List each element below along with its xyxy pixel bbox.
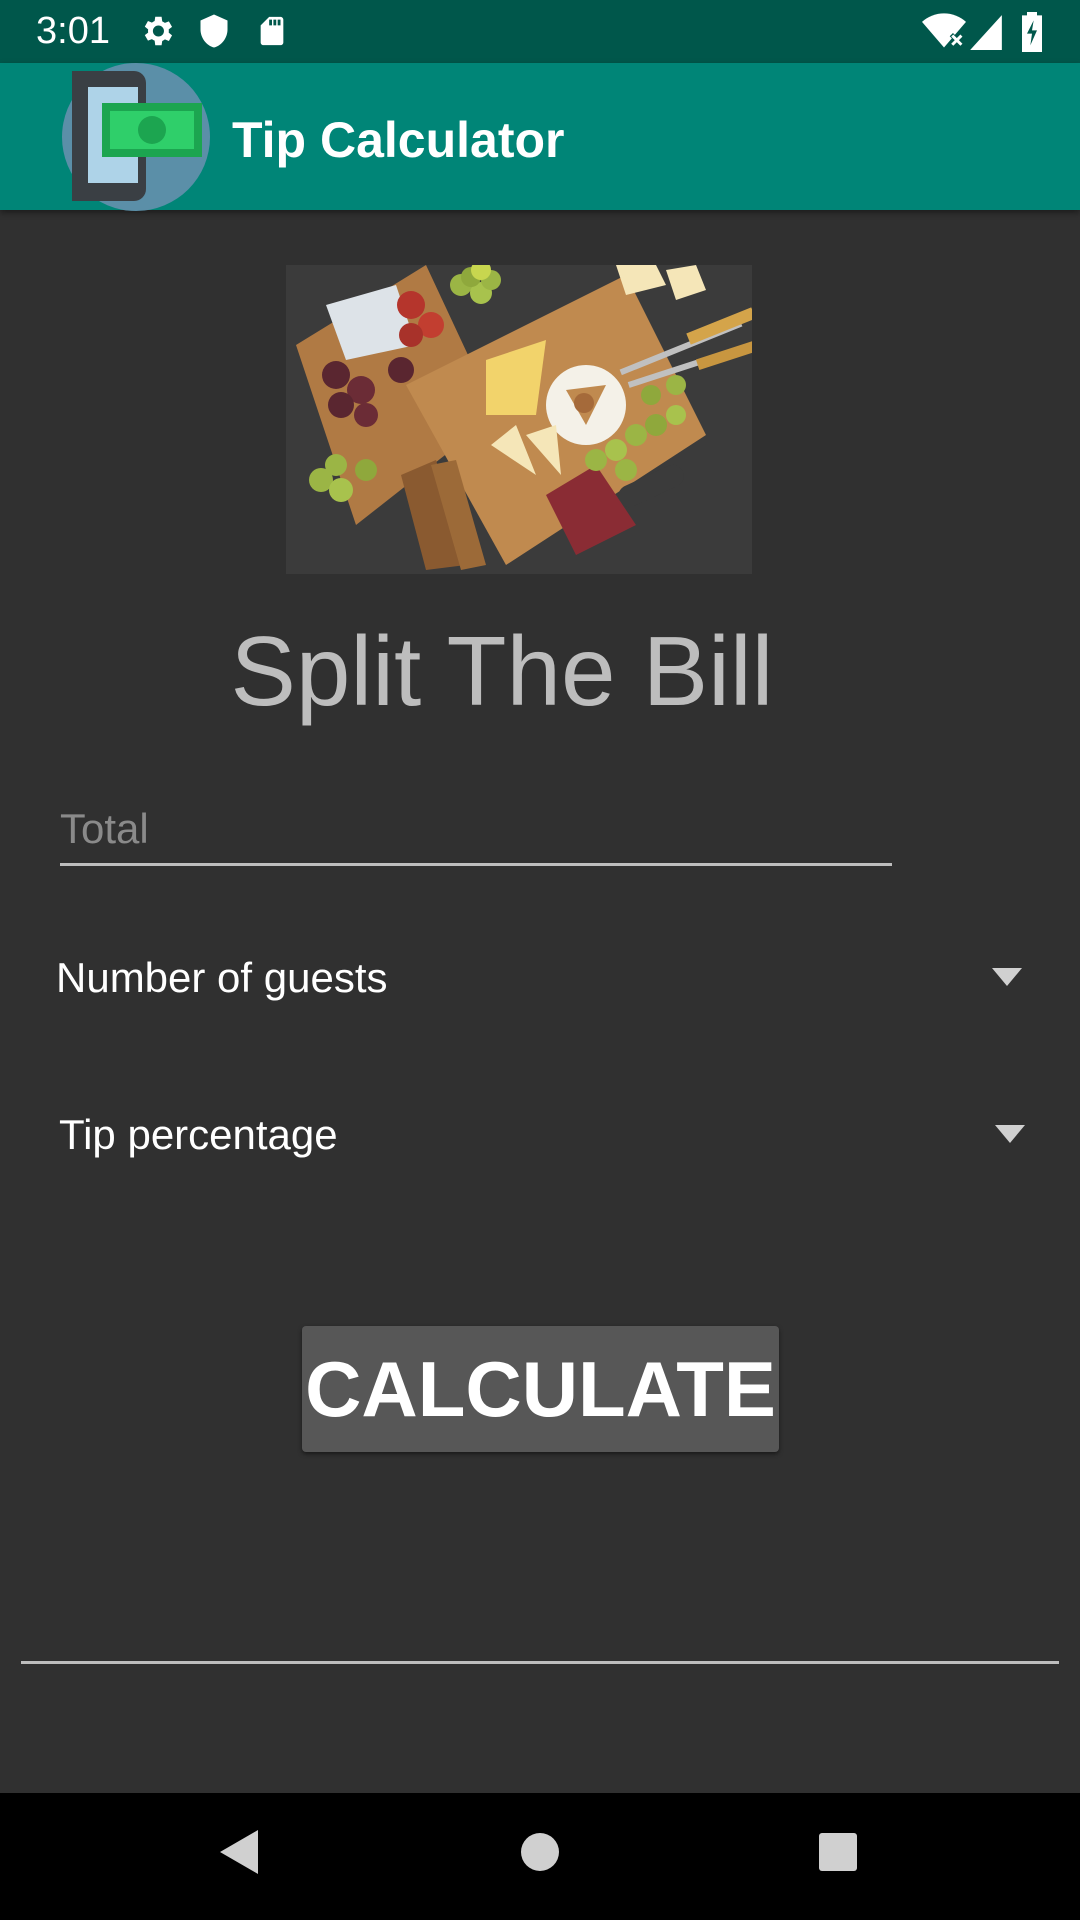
wifi-icon [922, 13, 966, 48]
back-icon[interactable] [218, 1828, 260, 1876]
app-logo-icon [62, 63, 210, 211]
dropdown-arrow-icon [992, 968, 1022, 986]
tip-spinner[interactable]: Tip percentage [59, 1097, 1025, 1177]
guests-spinner-label: Number of guests [56, 954, 388, 1001]
recents-icon[interactable] [818, 1828, 858, 1876]
calculate-button[interactable]: CALCULATE [302, 1326, 779, 1452]
total-input[interactable] [60, 800, 892, 866]
status-bar: 3:01 [0, 0, 1080, 63]
battery-charging-icon [1022, 12, 1042, 52]
result-divider [21, 1661, 1059, 1664]
dropdown-arrow-icon [995, 1125, 1025, 1143]
home-icon[interactable] [520, 1828, 560, 1876]
sd-card-icon [260, 16, 284, 46]
tip-spinner-label: Tip percentage [59, 1111, 338, 1158]
shield-icon [200, 14, 228, 48]
signal-icon [970, 15, 1002, 50]
headline: Split The Bill [230, 616, 774, 726]
gear-icon [144, 16, 173, 46]
status-time: 3:01 [36, 10, 110, 52]
app-title: Tip Calculator [232, 112, 565, 168]
app-bar: Tip Calculator [0, 63, 1080, 211]
charcuterie-image [286, 265, 752, 574]
navigation-bar [0, 1793, 1080, 1920]
guests-spinner[interactable]: Number of guests [56, 940, 1022, 1020]
